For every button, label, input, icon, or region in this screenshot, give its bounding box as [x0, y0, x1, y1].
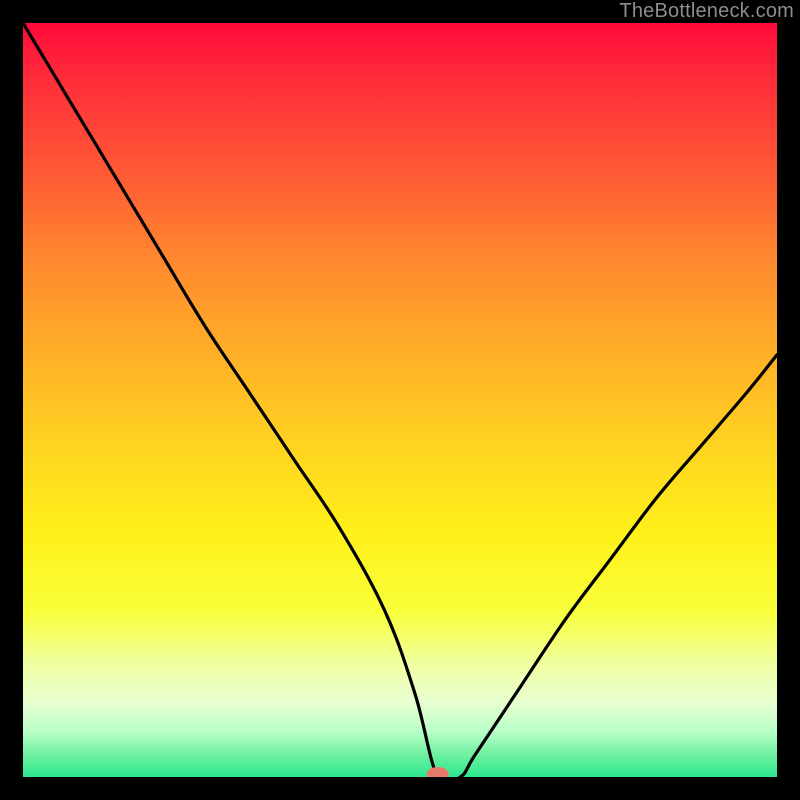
bottleneck-curve: [23, 23, 777, 777]
attribution-label: TheBottleneck.com: [619, 0, 794, 23]
bottleneck-chart: [23, 23, 777, 777]
plot-area: [23, 23, 777, 777]
chart-frame: TheBottleneck.com: [0, 0, 800, 800]
optimal-marker: [427, 767, 449, 777]
